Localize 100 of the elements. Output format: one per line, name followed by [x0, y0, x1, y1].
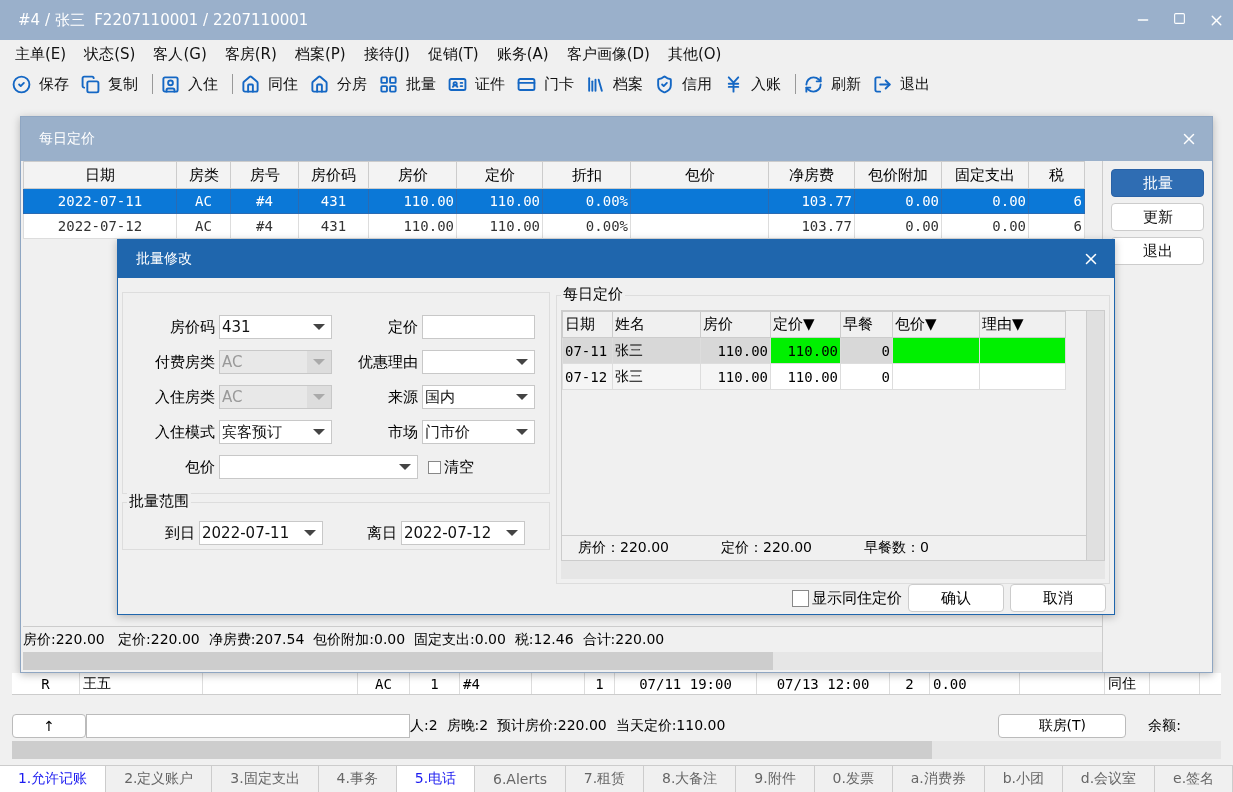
toolbar-button[interactable]: 档案 [584, 74, 651, 94]
dropdown-field[interactable]: 宾客预订 [219, 420, 332, 444]
side-button[interactable]: 退出 [1111, 237, 1204, 265]
balance-label: 余额: [1148, 717, 1181, 735]
table-cell: 0.00 [854, 213, 942, 239]
column-header[interactable]: 净房费 [768, 161, 855, 189]
scrollbar[interactable] [12, 741, 1221, 759]
toolbar-button[interactable]: 复制 [79, 74, 146, 94]
tab[interactable]: 1.允许记账 [0, 766, 107, 792]
column-header[interactable]: 姓名 [612, 311, 701, 338]
column-header[interactable]: 固定支出 [941, 161, 1029, 189]
menu-item[interactable]: 档案(P) [285, 44, 355, 64]
caret-icon [516, 359, 528, 365]
dialog-button[interactable]: 确认 [908, 584, 1004, 612]
caret-icon [516, 394, 528, 400]
checkbox[interactable] [428, 460, 441, 474]
table-cell: 2022-07-12 [23, 213, 177, 239]
column-header[interactable]: 理由▼ [979, 311, 1066, 338]
table-cell: 103.77 [768, 213, 855, 239]
scrollbar[interactable] [1086, 311, 1104, 560]
column-header[interactable]: 定价 [456, 161, 543, 189]
tab[interactable]: 5.电话 [396, 766, 476, 792]
caret-icon [399, 464, 411, 470]
column-header[interactable]: 定价▼ [770, 311, 841, 338]
table-cell: 张三 [612, 337, 701, 364]
menu-item[interactable]: 主单(E) [6, 44, 76, 64]
dialog-title: 每日定价 [39, 130, 95, 148]
toolbar-button[interactable]: 批量 [377, 74, 444, 94]
dropdown-field[interactable]: 2022-07-12 [401, 521, 525, 545]
link-room-button[interactable]: 联房(T) [998, 714, 1127, 738]
column-header[interactable]: 包价▼ [892, 311, 980, 338]
table-cell: 103.77 [768, 188, 855, 214]
column-header[interactable]: 房价 [368, 161, 457, 189]
caret-icon [313, 359, 325, 365]
table-cell: 0.00% [542, 213, 631, 239]
input-field[interactable] [422, 315, 535, 339]
toolbar-button[interactable]: 分房 [308, 74, 375, 94]
caret-icon [506, 530, 518, 536]
column-header[interactable]: 税 [1028, 161, 1085, 189]
table-cell: 2022-07-11 [23, 188, 177, 214]
up-button[interactable]: ↑ [12, 714, 86, 738]
input-field[interactable] [86, 714, 410, 738]
column-header[interactable]: 早餐 [840, 311, 893, 338]
column-header[interactable]: 房价码 [298, 161, 369, 189]
table-cell: 110.00 [770, 363, 841, 390]
maximize-icon[interactable] [1173, 11, 1186, 25]
scrollbar[interactable] [23, 652, 1102, 670]
field-label: 优惠理由 [358, 352, 418, 372]
toolbar-button[interactable]: 门卡 [515, 74, 582, 94]
dropdown-field[interactable]: 国内 [422, 385, 535, 409]
column-header[interactable]: 房价 [700, 311, 771, 338]
summary-text: 早餐数：0 [864, 539, 929, 557]
table-cell: 07-12 [562, 363, 613, 390]
menu-item[interactable]: 客人(G) [144, 44, 216, 64]
menu-item[interactable]: 促销(T) [418, 44, 488, 64]
toolbar-button[interactable]: 退出 [871, 74, 938, 94]
dialog-button[interactable]: 取消 [1010, 584, 1106, 612]
column-header[interactable]: 房号 [230, 161, 299, 189]
column-header[interactable]: 日期 [23, 161, 177, 189]
menu-item[interactable]: 接待(J) [354, 44, 419, 64]
guest-row[interactable]: R 王五 AC 1 #4 1 07/11 19:00 07/13 12:00 2 0.00 同住 [12, 673, 1221, 695]
dropdown-field[interactable]: 2022-07-11 [199, 521, 323, 545]
group-title: 每日定价 [561, 285, 625, 304]
toolbar-button[interactable]: 信用 [653, 74, 720, 94]
column-header[interactable]: 包价 [630, 161, 769, 189]
column-header[interactable]: 折扣 [542, 161, 631, 189]
menu-item[interactable]: 客房(R) [215, 44, 286, 64]
dropdown-field[interactable]: 门市价 [422, 420, 535, 444]
table-cell: 110.00 [368, 188, 457, 214]
table-cell: 0.00 [854, 188, 942, 214]
field-label: 市场 [388, 422, 418, 442]
column-header[interactable]: 包价附加 [854, 161, 942, 189]
toolbar-button[interactable]: 证件 [446, 74, 513, 94]
menu-item[interactable]: 其他(O) [658, 44, 731, 64]
side-button[interactable]: 更新 [1111, 203, 1204, 231]
column-header[interactable]: 房类 [176, 161, 231, 189]
menu-item[interactable]: 客户画像(D) [557, 44, 659, 64]
table-cell: 0.00% [542, 188, 631, 214]
checkbox[interactable] [792, 589, 809, 607]
toolbar-button[interactable]: 刷新 [802, 74, 869, 94]
toolbar-button[interactable]: 同住 [239, 74, 306, 94]
toolbar-button[interactable]: 保存 [10, 74, 77, 94]
field-label: 付费房类 [155, 352, 215, 372]
toolbar-button[interactable]: 入住 [159, 74, 226, 94]
user-card-icon [161, 74, 180, 94]
column-header[interactable]: 日期 [562, 311, 613, 338]
menu-item[interactable]: 账务(A) [487, 44, 558, 64]
scrollbar[interactable] [561, 561, 1105, 579]
caret-icon [313, 429, 325, 435]
side-button[interactable]: 批量 [1111, 169, 1204, 197]
menu-item[interactable]: 状态(S) [75, 44, 145, 64]
books-icon [586, 74, 605, 94]
stay-summary: 人:2 房晚:2 预计房价:220.00 当天定价:110.00 [410, 717, 726, 735]
house-icon [241, 74, 260, 94]
toolbar-button[interactable]: 入账 [722, 74, 789, 94]
dropdown-field[interactable]: 431 [219, 315, 332, 339]
home-icon [310, 74, 329, 94]
dropdown-field[interactable] [422, 350, 535, 374]
dropdown-field[interactable] [219, 455, 418, 479]
table-cell: 110.00 [700, 363, 771, 390]
